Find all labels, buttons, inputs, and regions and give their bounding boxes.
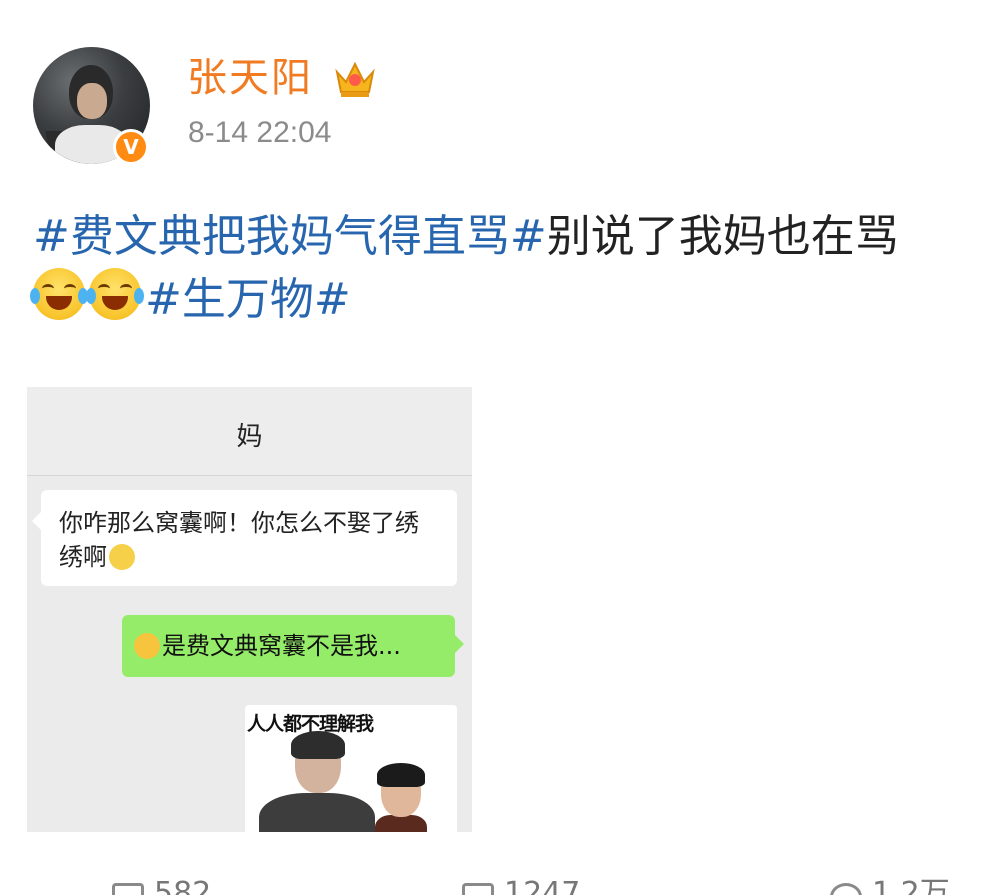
post-line-1: #费文典把我妈气得直骂#别说了我妈也在骂 <box>33 206 1001 268</box>
outgoing-message-text: 是费文典窝囊不是我... <box>162 632 401 660</box>
laughing-tears-emoji-icon <box>30 268 88 320</box>
hashtag-link[interactable]: #生万物# <box>145 274 351 325</box>
post-body: #费文典把我妈气得直骂#别说了我妈也在骂 #生万物# <box>30 206 1001 331</box>
comment-count: 1247 <box>504 876 581 895</box>
username-link[interactable]: 张天阳 <box>187 54 313 102</box>
like-button[interactable]: 1.2万 <box>830 879 950 895</box>
sticker-person-body <box>375 815 427 832</box>
hashtag-link[interactable]: #费文典把我妈气得直骂# <box>33 211 547 262</box>
incoming-message-bubble: 你咋那么窝囊啊！你怎么不娶了绣绣啊 <box>32 490 457 586</box>
smile-emoji-icon <box>109 544 135 570</box>
comment-icon <box>462 883 494 895</box>
laughing-tears-emoji-icon <box>86 268 144 320</box>
post-text: 别说了我妈也在骂 <box>546 211 899 262</box>
meme-sticker: 人人都不理解我 <box>245 705 457 832</box>
avatar-face <box>77 83 107 119</box>
like-icon <box>830 883 862 895</box>
post-timestamp: 8-14 22:04 <box>188 116 332 149</box>
chat-title: 妈 <box>27 387 472 476</box>
crown-icon <box>335 61 375 97</box>
sticker-person-hair <box>377 763 425 787</box>
comment-button[interactable]: 1247 <box>462 879 580 895</box>
sticker-person-body <box>259 793 375 832</box>
like-count: 1.2万 <box>872 876 950 895</box>
post-line-2: #生万物# <box>30 268 1001 331</box>
verified-badge-icon: V <box>113 129 149 165</box>
outgoing-message-bubble: 是费文典窝囊不是我... <box>122 615 464 677</box>
repost-button[interactable]: 582 <box>112 879 211 895</box>
repost-icon <box>112 883 144 895</box>
sad-emoji-icon <box>134 633 160 659</box>
sticker-person-hair <box>291 731 345 759</box>
post-image-chat-screenshot[interactable]: 妈 你咋那么窝囊啊！你怎么不娶了绣绣啊 是费文典窝囊不是我... 人人都不理解我 <box>27 387 472 832</box>
repost-count: 582 <box>154 876 212 895</box>
action-toolbar: 582 1247 1.2万 <box>0 873 1001 895</box>
